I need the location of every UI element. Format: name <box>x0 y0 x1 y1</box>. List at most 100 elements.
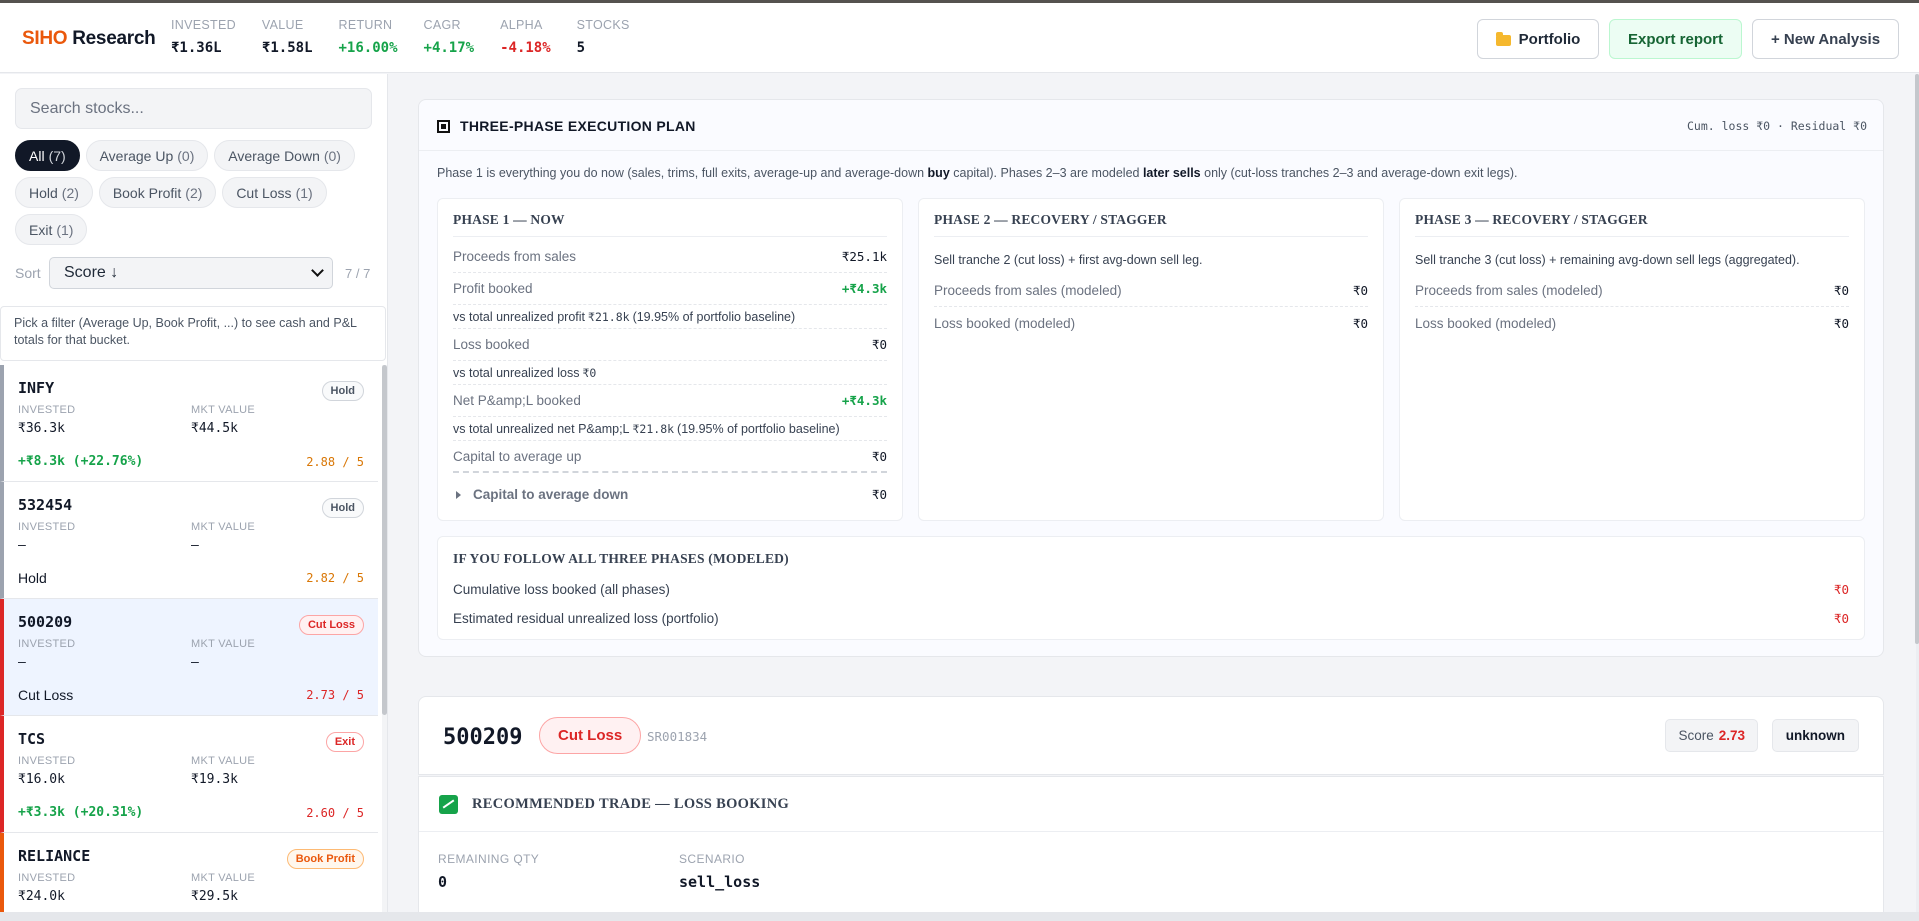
phase-1-card: PHASE 1 — NOW Proceeds from sales ₹25.1k … <box>437 198 903 521</box>
mkt-value: ₹19.3k <box>191 772 238 787</box>
filter-all[interactable]: All (7) <box>15 140 80 171</box>
detail-score: Score 2.73 <box>1665 719 1758 752</box>
residual-loss-row: Estimated residual unrealized loss (port… <box>453 611 1849 626</box>
status-badge: Cut Loss <box>298 615 364 635</box>
mkt-value: ₹29.5k <box>191 889 238 904</box>
cumulative-loss-row: Cumulative loss booked (all phases) ₹0 <box>453 582 1849 597</box>
phase1-avg-up-row: Capital to average up ₹0 <box>453 441 887 473</box>
pnl-value: +₹3.3k (+20.31%) <box>18 805 144 820</box>
stock-card-infy[interactable]: INFY Hold INVESTED ₹36.3k MKT VALUE ₹44.5k… <box>0 365 378 482</box>
stock-symbol: TCS <box>18 730 46 748</box>
stat-return: RETURN +16.00% <box>338 18 398 56</box>
main-scrollbar-thumb[interactable] <box>1915 74 1919 644</box>
score-value: 2.60 / 5 <box>306 805 364 820</box>
phase-3-card: PHASE 3 — RECOVERY / STAGGER Sell tranch… <box>1399 198 1865 521</box>
scenario-label: SCENARIO <box>679 852 745 866</box>
filter-book-profit[interactable]: Book Profit (2) <box>98 177 217 208</box>
filter-average-down[interactable]: Average Down (0) <box>214 140 355 171</box>
phase1-net-sub: vs total unrealized net P&amp;L ₹21.8k (19… <box>453 417 887 441</box>
phase2-description: Sell tranche 2 (cut loss) + first avg-do… <box>934 253 1203 267</box>
mkt-value-label: MKT VALUE <box>191 872 256 884</box>
stat-cagr: CAGR +4.17% <box>423 18 475 56</box>
status-badge: Exit <box>325 732 364 752</box>
portfolio-button[interactable]: Portfolio <box>1477 19 1599 59</box>
top-header: SIHO Research INVESTED ₹1.36L VALUE ₹1.58L… <box>0 3 1919 73</box>
filter-average-up[interactable]: Average Up (0) <box>85 140 209 171</box>
sort-row: Sort Score ↓ 7 / 7 <box>15 257 372 289</box>
remaining-qty-label: REMAINING QTY <box>438 852 540 866</box>
action-text: Cut Loss <box>18 687 74 703</box>
brand-logo[interactable]: SIHO Research <box>22 28 156 50</box>
chevron-down-icon <box>311 264 324 277</box>
scenario-value: sell_loss <box>679 873 761 891</box>
phase1-net-row: Net P&amp;L booked +₹4.3k <box>453 385 887 417</box>
mkt-value-label: MKT VALUE <box>191 638 256 650</box>
filter-hint: Pick a filter (Average Up, Book Profit, … <box>0 306 386 361</box>
phase3-description: Sell tranche 3 (cut loss) + remaining av… <box>1415 253 1800 267</box>
phase1-avg-down-toggle[interactable]: Capital to average down ₹0 <box>453 478 887 510</box>
stat-value: VALUE ₹1.58L <box>261 18 313 56</box>
plan-icon <box>437 119 450 133</box>
mkt-value: – <box>191 538 199 553</box>
invested-label: INVESTED <box>18 755 76 767</box>
follow-title: IF YOU FOLLOW ALL THREE PHASES (MODELED) <box>453 551 789 566</box>
export-report-button[interactable]: Export report <box>1609 19 1742 59</box>
detail-action-badge: Cut Loss <box>539 717 642 754</box>
score-value: 2.73 / 5 <box>306 688 364 702</box>
sort-label: Sort <box>15 265 41 281</box>
invested-label: INVESTED <box>18 404 76 416</box>
filter-chips: All (7) Average Up (0) Average Down (0) Hol… <box>15 140 377 251</box>
stock-card-reliance[interactable]: RELIANCE Book Profit INVESTED ₹24.0k MKT … <box>0 833 378 921</box>
mkt-value-label: MKT VALUE <box>191 404 256 416</box>
follow-all-phases-summary: IF YOU FOLLOW ALL THREE PHASES (MODELED)… <box>437 536 1865 640</box>
new-analysis-button[interactable]: + New Analysis <box>1752 19 1899 59</box>
phase-2-card: PHASE 2 — RECOVERY / STAGGER Sell tranch… <box>918 198 1384 521</box>
stat-invested: INVESTED ₹1.36L <box>171 18 236 56</box>
stat-alpha: ALPHA -4.18% <box>500 18 551 56</box>
action-text: Hold <box>18 570 47 586</box>
chart-icon <box>439 794 458 814</box>
sidebar-scrollbar-thumb[interactable] <box>382 365 387 715</box>
mkt-value: – <box>191 655 199 670</box>
invested-value: – <box>18 655 26 670</box>
stock-symbol: 532454 <box>18 496 73 514</box>
filter-cut-loss[interactable]: Cut Loss (1) <box>222 177 327 208</box>
search-input[interactable] <box>15 88 372 129</box>
score-value: 2.88 / 5 <box>306 454 364 469</box>
plan-title: THREE-PHASE EXECUTION PLAN <box>460 118 696 134</box>
filter-hold[interactable]: Hold (2) <box>15 177 93 208</box>
phase1-loss-sub: vs total unrealized loss ₹0 <box>453 361 887 385</box>
horizontal-scrollbar[interactable] <box>0 912 1919 921</box>
phase-title: PHASE 3 — RECOVERY / STAGGER <box>1415 199 1849 237</box>
recommended-trade-panel: RECOMMENDED TRADE — LOSS BOOKING REMAINI… <box>418 776 1884 921</box>
stock-card-500209[interactable]: 500209 Cut Loss INVESTED – MKT VALUE – Cut… <box>0 599 378 716</box>
invested-label: INVESTED <box>18 638 76 650</box>
detail-code: SR001834 <box>647 729 708 744</box>
stock-card-tcs[interactable]: TCS Exit INVESTED ₹16.0k MKT VALUE ₹19.3k … <box>0 716 378 833</box>
invested-value: – <box>18 538 26 553</box>
folder-icon <box>1495 31 1511 46</box>
stock-symbol: INFY <box>18 379 55 397</box>
phase3-proceeds-row: Proceeds from sales (modeled) ₹0 <box>1415 275 1849 307</box>
status-badge: Book Profit <box>286 849 364 869</box>
phase2-loss-row: Loss booked (modeled) ₹0 <box>934 315 1368 331</box>
invested-value: ₹24.0k <box>18 889 65 904</box>
status-badge: Hold <box>321 498 364 518</box>
mkt-value: ₹44.5k <box>191 421 238 436</box>
phase2-proceeds-row: Proceeds from sales (modeled) ₹0 <box>934 275 1368 307</box>
execution-plan-panel: THREE-PHASE EXECUTION PLAN Cum. loss ₹0 … <box>418 99 1884 657</box>
stock-sidebar: All(7) Average Up(0) Average Down(0) Hol… <box>0 74 388 921</box>
phase1-proceeds-row: Proceeds from sales ₹25.1k <box>453 241 887 273</box>
stock-card-532454[interactable]: 532454 Hold INVESTED – MKT VALUE – Hold 2.8… <box>0 482 378 599</box>
plan-summary: Cum. loss ₹0 · Residual ₹0 <box>1686 119 1867 133</box>
invested-value: ₹16.0k <box>18 772 65 787</box>
detail-symbol: 500209 <box>443 725 523 750</box>
pnl-value: +₹8.3k (+22.76%) <box>18 454 144 469</box>
filter-exit[interactable]: Exit (1) <box>15 214 88 245</box>
phase-title: PHASE 1 — NOW <box>453 199 887 237</box>
detail-tag[interactable]: unknown <box>1771 719 1859 752</box>
sort-select[interactable]: Score ↓ <box>49 257 333 289</box>
stat-stocks: STOCKS 5 <box>576 18 630 56</box>
score-value: 2.82 / 5 <box>306 571 364 585</box>
sort-count: 7 / 7 <box>345 265 371 281</box>
